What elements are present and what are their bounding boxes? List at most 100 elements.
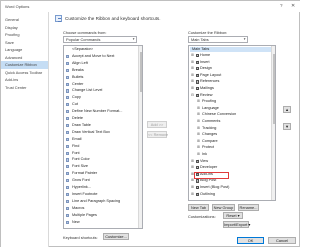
command-list-item[interactable]: <Separator> (64, 47, 139, 52)
command-list-item[interactable]: Grow Font (64, 178, 139, 183)
sidebar-item-save[interactable]: Save (1, 39, 48, 47)
expand-icon[interactable]: ⊞ (197, 145, 200, 150)
expand-icon[interactable]: ⊞ (191, 60, 194, 65)
ok-button[interactable]: OK (237, 237, 264, 244)
expand-icon[interactable]: ⊞ (191, 79, 194, 84)
ribbon-tab-comments[interactable]: ⊞ Comments (197, 119, 271, 124)
expand-icon[interactable]: ⊞ (197, 132, 200, 137)
command-list-item[interactable]: Email (64, 137, 139, 142)
cancel-button[interactable]: Cancel (268, 237, 296, 244)
command-list-item[interactable]: Format Painter (64, 171, 139, 176)
command-list-item[interactable]: New (64, 220, 139, 225)
command-list-item[interactable]: Accept and Move to Next (64, 54, 139, 59)
ribbon-tab-changes[interactable]: ⊞ Changes (197, 132, 271, 137)
expand-icon[interactable]: ⊞ (191, 73, 194, 78)
tab-checkbox[interactable] (195, 93, 200, 99)
command-list-item[interactable]: Draw Table (64, 123, 139, 128)
close-icon[interactable]: ✕ (291, 3, 295, 9)
expand-icon[interactable]: ⊞ (191, 165, 194, 170)
tab-checkbox[interactable] (195, 86, 200, 92)
expand-icon[interactable]: ⊞ (197, 99, 200, 104)
ribbon-tab-blog-post[interactable]: ⊞ Blog Post (191, 178, 271, 184)
ribbon-tab-insert-blog-post[interactable]: ⊞ Insert (Blog Post) (191, 185, 271, 191)
expand-icon[interactable]: ⊞ (197, 112, 200, 117)
tab-checkbox[interactable] (195, 53, 200, 59)
choose-commands-select[interactable]: Popular Commands ▾ (63, 36, 137, 43)
ribbon-tab-chinese-conversion[interactable]: ⊞ Chinese Conversion (197, 112, 271, 117)
expand-icon[interactable]: ⊞ (197, 139, 200, 144)
move-down-button[interactable]: ▼ (283, 123, 291, 130)
command-list-item[interactable]: Line and Paragraph Spacing (64, 199, 139, 204)
command-list-item[interactable]: Multiple Pages (64, 213, 139, 218)
new-tab-button[interactable]: New Tab (188, 204, 209, 211)
expand-icon[interactable]: ⊞ (197, 126, 200, 131)
command-list-item[interactable]: Insert Footnote (64, 192, 139, 197)
reset-button[interactable]: Reset ▾ (223, 212, 243, 219)
tab-checkbox[interactable] (195, 73, 200, 79)
expand-icon[interactable]: ⊞ (197, 119, 200, 124)
command-list-item[interactable]: Hyperlink... (64, 185, 139, 190)
sidebar-item-customize-ribbon[interactable]: Customize Ribbon (1, 61, 48, 69)
command-list-item[interactable]: Change List Level (64, 88, 139, 93)
command-list-item[interactable]: Draw Vertical Text Box (64, 130, 139, 135)
help-icon[interactable]: ? (280, 3, 283, 8)
command-list-item[interactable]: Bullets (64, 75, 139, 80)
expand-icon[interactable]: ⊞ (191, 86, 194, 91)
tab-checkbox[interactable] (195, 80, 200, 85)
command-list-item[interactable]: Center (64, 82, 139, 87)
ribbon-tab-language[interactable]: ⊞ Language (197, 106, 271, 111)
sidebar-item-add-ins[interactable]: Add-ins (1, 76, 48, 84)
sidebar-item-display[interactable]: Display (1, 24, 48, 32)
scrollbar-thumb[interactable] (272, 54, 275, 124)
expand-icon[interactable]: ⊞ (191, 66, 194, 71)
tab-checkbox[interactable] (195, 159, 200, 165)
command-list-item[interactable]: Font Size (64, 164, 139, 169)
ribbon-tab-ink[interactable]: ⊞ Ink (197, 152, 271, 157)
tab-checkbox[interactable] (195, 192, 200, 198)
command-list-item[interactable]: Define New Number Format... (64, 109, 139, 114)
ribbon-tab-proofing[interactable]: ⊞ Proofing (197, 99, 271, 104)
sidebar-item-advanced[interactable]: Advanced (1, 54, 48, 62)
rename-button[interactable]: Rename... (238, 204, 259, 211)
command-list-item[interactable]: Copy (64, 95, 139, 100)
expand-icon[interactable]: ⊞ (191, 53, 194, 58)
new-group-button[interactable]: New Group (212, 204, 235, 211)
sidebar-item-proofing[interactable]: Proofing (1, 31, 48, 39)
command-list-item[interactable]: Align Left (64, 61, 139, 66)
add-button[interactable]: Add >> (147, 121, 167, 128)
expand-icon[interactable]: ⊞ (197, 106, 200, 111)
ribbon-tab-outlining[interactable]: ⊞ Outlining (191, 192, 271, 198)
ribbon-tab-protect[interactable]: ⊞ Protect (197, 145, 271, 150)
tab-checkbox[interactable] (195, 60, 200, 66)
command-list-item[interactable]: Cut (64, 102, 139, 107)
ribbon-tree-scrollbar[interactable] (271, 46, 275, 200)
command-list-item[interactable]: Delete (64, 116, 139, 121)
ribbon-tab-compare[interactable]: ⊞ Compare (197, 139, 271, 144)
collapse-icon[interactable]: ⊟ (191, 93, 194, 98)
commands-list[interactable]: <Separator> Accept and Move to Next Align … (63, 45, 143, 229)
tab-checkbox[interactable] (195, 185, 200, 191)
ribbon-tab-references[interactable]: ⊞ References (191, 79, 271, 85)
ribbon-tab-design[interactable]: ⊞ Design (191, 66, 271, 72)
expand-icon[interactable]: ⊞ (191, 159, 194, 164)
scrollbar-thumb[interactable] (139, 52, 142, 92)
command-list-item[interactable]: Font Color (64, 157, 139, 162)
sidebar-item-quick-access-toolbar[interactable]: Quick Access Toolbar (1, 69, 48, 77)
move-up-button[interactable]: ▲ (283, 106, 291, 113)
customize-ribbon-select[interactable]: Main Tabs ▾ (188, 36, 248, 43)
expand-icon[interactable]: ⊞ (197, 152, 200, 157)
tab-checkbox[interactable] (195, 67, 200, 72)
sidebar-item-language[interactable]: Language (1, 46, 48, 54)
ribbon-tab-home[interactable]: ⊞ Home (191, 53, 271, 59)
ribbon-tab-developer[interactable]: ⊞ Developer (191, 165, 271, 171)
expand-icon[interactable]: ⊞ (191, 178, 194, 183)
command-list-item[interactable]: Font (64, 151, 139, 156)
expand-icon[interactable]: ⊞ (191, 185, 194, 190)
tab-checkbox[interactable] (195, 166, 200, 171)
sidebar-item-trust-center[interactable]: Trust Center (1, 84, 48, 92)
command-list-item[interactable]: Breaks (64, 68, 139, 73)
ribbon-tab-review[interactable]: ⊟ Review (191, 93, 271, 99)
ribbon-tab-page-layout[interactable]: ⊞ Page Layout (191, 73, 271, 79)
remove-button[interactable]: << Remove (147, 131, 168, 138)
ribbon-tab-tracking[interactable]: ⊞ Tracking (197, 126, 271, 131)
